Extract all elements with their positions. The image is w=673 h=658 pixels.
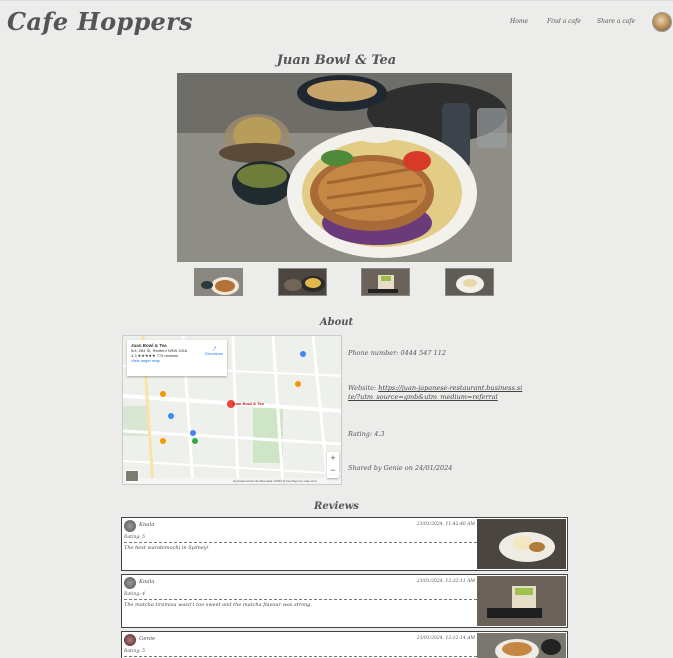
map-zoom-in-button[interactable]: + [327, 452, 339, 464]
map-place-card: Juan Bowl & Tea 5/4, 284 St, Redfern NSW… [127, 340, 227, 376]
user-avatar[interactable] [652, 12, 672, 32]
view-larger-map-link[interactable]: View larger map [131, 358, 223, 363]
reviewer-avatar [124, 634, 136, 646]
review-photo[interactable] [477, 633, 566, 658]
review-text: The matcha tiramisu wasn't too sweet and… [124, 602, 312, 608]
review-rating: Rating: 4 [124, 592, 477, 600]
nav-home-link[interactable]: Home [510, 18, 528, 25]
embedded-map[interactable]: Juan Bowl & Tea 5/4, 284 St, Redfern NSW… [122, 335, 342, 485]
about-heading: About [319, 317, 354, 328]
reviewer-name: Koala [139, 522, 155, 528]
map-zoom-controls: + − [327, 452, 339, 478]
thumbnail-1-image [195, 269, 242, 295]
photo-thumbnail-4[interactable] [445, 268, 494, 296]
review-photo-image [477, 633, 566, 658]
review-card: Genie 23/01/2024, 12:12:14 AM Rating: 5 [121, 631, 568, 658]
map-directions-label: Directions [205, 351, 223, 356]
review-date: 23/01/2024, 12:12:14 AM [416, 636, 475, 641]
food-photo-illustration [177, 73, 512, 262]
review-header: Koala 23/01/2024, 12:32:11 AM [122, 575, 477, 591]
cafe-title: Juan Bowl & Tea [276, 53, 397, 68]
review-text: The best warabimochi in Sydney! [124, 545, 209, 551]
review-card: Koala 23/01/2024, 12:32:11 AM Rating: 4 … [121, 574, 568, 628]
reviewer-name: Koala [139, 579, 155, 585]
cafe-shared-by: Shared by Genie on 24/01/2024 [348, 464, 453, 472]
photo-thumbnail-3[interactable] [361, 268, 410, 296]
thumbnail-4-image [446, 269, 493, 295]
thumbnail-3-image [362, 269, 409, 295]
map-pin-label: Juan Bowl & Tea [232, 401, 264, 406]
review-rating: Rating: 5 [124, 649, 477, 657]
review-photo-image [477, 576, 566, 626]
review-date: 23/01/2024, 11:42:40 AM [416, 522, 475, 527]
review-date: 23/01/2024, 12:32:11 AM [416, 579, 475, 584]
map-footer-links[interactable]: Keyboard shortcuts Map data ©2024 Terms … [233, 479, 317, 483]
cafe-website: Website: https://juan-japanese-restauran… [348, 384, 523, 402]
cafe-rating: Rating: 4.3 [348, 430, 385, 438]
review-photo-image [477, 519, 566, 569]
reviewer-name: Genie [139, 636, 156, 642]
top-navigation: Cafe Hoppers Home Find a cafe Share a ca… [0, 0, 673, 44]
brand-logo-text[interactable]: Cafe Hoppers [7, 7, 193, 36]
thumbnail-2-image [279, 269, 326, 295]
review-photo[interactable] [477, 576, 566, 626]
review-photo[interactable] [477, 519, 566, 569]
cafe-main-photo [177, 73, 512, 262]
review-header: Koala 23/01/2024, 11:42:40 AM [122, 518, 477, 534]
website-label: Website: [348, 384, 379, 392]
photo-thumbnail-1[interactable] [194, 268, 243, 296]
map-zoom-out-button[interactable]: − [327, 464, 339, 476]
nav-share-cafe-link[interactable]: Share a cafe [597, 18, 635, 25]
review-rating: Rating: 5 [124, 535, 477, 543]
map-directions-button[interactable]: ⤴ Directions [205, 346, 223, 356]
map-layer-toggle[interactable] [125, 470, 139, 482]
reviews-heading: Reviews [314, 501, 359, 512]
photo-thumbnail-2[interactable] [278, 268, 327, 296]
review-card: Koala 23/01/2024, 11:42:40 AM Rating: 5 … [121, 517, 568, 571]
review-header: Genie 23/01/2024, 12:12:14 AM [122, 632, 477, 648]
cafe-phone: Phone number: 0444 547 112 [348, 349, 446, 357]
nav-find-cafe-link[interactable]: Find a cafe [547, 18, 581, 25]
reviewer-avatar [124, 577, 136, 589]
reviewer-avatar [124, 520, 136, 532]
